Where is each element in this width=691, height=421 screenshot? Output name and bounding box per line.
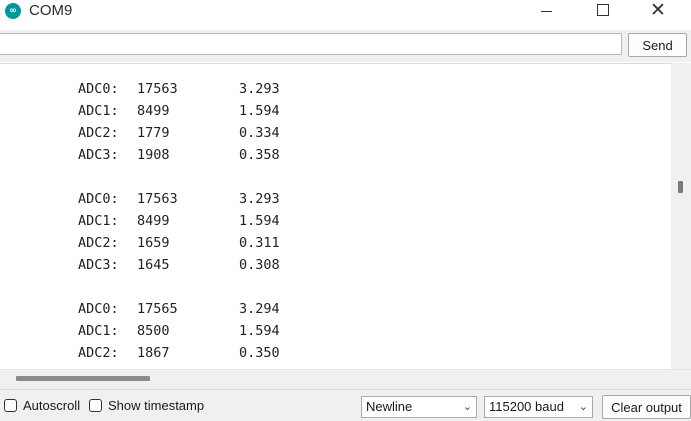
adc-raw-value: 17563 [137,191,178,207]
vertical-scrollbar[interactable] [671,63,691,369]
adc-voltage: 1.594 [239,323,280,339]
adc-label: ADC2: [78,345,119,361]
adc-voltage: 0.358 [239,147,280,163]
line-ending-value: Newline [366,399,413,414]
minimize-icon [541,11,552,12]
autoscroll-checkbox[interactable] [4,399,17,412]
maximize-button[interactable] [580,0,626,22]
minimize-button[interactable] [524,0,570,22]
adc-label: ADC1: [78,103,119,119]
adc-raw-value: 17563 [137,81,178,97]
close-icon: ✕ [650,0,666,21]
baud-rate-value: 115200 baud [489,399,564,414]
adc-voltage: 1.594 [239,103,280,119]
adc-raw-value: 8500 [137,323,170,339]
adc-raw-value: 1659 [137,235,170,251]
adc-label: ADC2: [78,125,119,141]
adc-raw-value: 1645 [137,257,170,273]
serial-output[interactable]: ADC0: 17563 3.293 ADC1: 8499 1.594 ADC2: 1779… [0,63,671,370]
chevron-down-icon: ⌄ [578,400,588,413]
adc-voltage: 3.294 [239,301,280,317]
window-title: COM9 [29,2,73,19]
baud-rate-select[interactable]: 115200 baud ⌄ [484,396,593,418]
send-row: Send [0,30,691,62]
timestamp-label[interactable]: Show timestamp [108,398,204,414]
autoscroll-label[interactable]: Autoscroll [23,398,80,414]
adc-label: ADC2: [78,235,119,251]
chevron-down-icon: ⌄ [462,400,472,413]
adc-label: ADC0: [78,191,119,207]
line-ending-select[interactable]: Newline ⌄ [361,396,477,418]
title-bar: ∞ COM9 ✕ [0,0,691,30]
maximize-icon [597,4,609,16]
adc-voltage: 1.594 [239,213,280,229]
adc-label: ADC3: [78,147,119,163]
adc-label: ADC1: [78,213,119,229]
adc-label: ADC0: [78,301,119,317]
adc-raw-value: 8499 [137,213,170,229]
clear-output-button[interactable]: Clear output [602,395,691,419]
adc-voltage: 3.293 [239,81,280,97]
vertical-scroll-thumb[interactable] [678,181,683,193]
adc-raw-value: 1779 [137,125,170,141]
adc-voltage: 0.308 [239,257,280,273]
status-bar: Autoscroll Show timestamp Newline ⌄ 1152… [0,389,691,421]
horizontal-scroll-thumb[interactable] [16,376,150,381]
adc-label: ADC0: [78,81,119,97]
close-button[interactable]: ✕ [637,0,683,22]
adc-voltage: 0.311 [239,235,280,251]
horizontal-scrollbar[interactable] [0,369,691,389]
adc-raw-value: 1867 [137,345,170,361]
adc-voltage: 0.334 [239,125,280,141]
adc-voltage: 3.293 [239,191,280,207]
adc-raw-value: 17565 [137,301,178,317]
adc-label: ADC1: [78,323,119,339]
adc-label: ADC3: [78,257,119,273]
adc-raw-value: 1908 [137,147,170,163]
send-button[interactable]: Send [628,33,687,57]
timestamp-checkbox[interactable] [89,399,102,412]
arduino-icon: ∞ [5,3,21,19]
serial-input[interactable] [0,33,622,55]
adc-voltage: 0.350 [239,345,280,361]
adc-raw-value: 8499 [137,103,170,119]
